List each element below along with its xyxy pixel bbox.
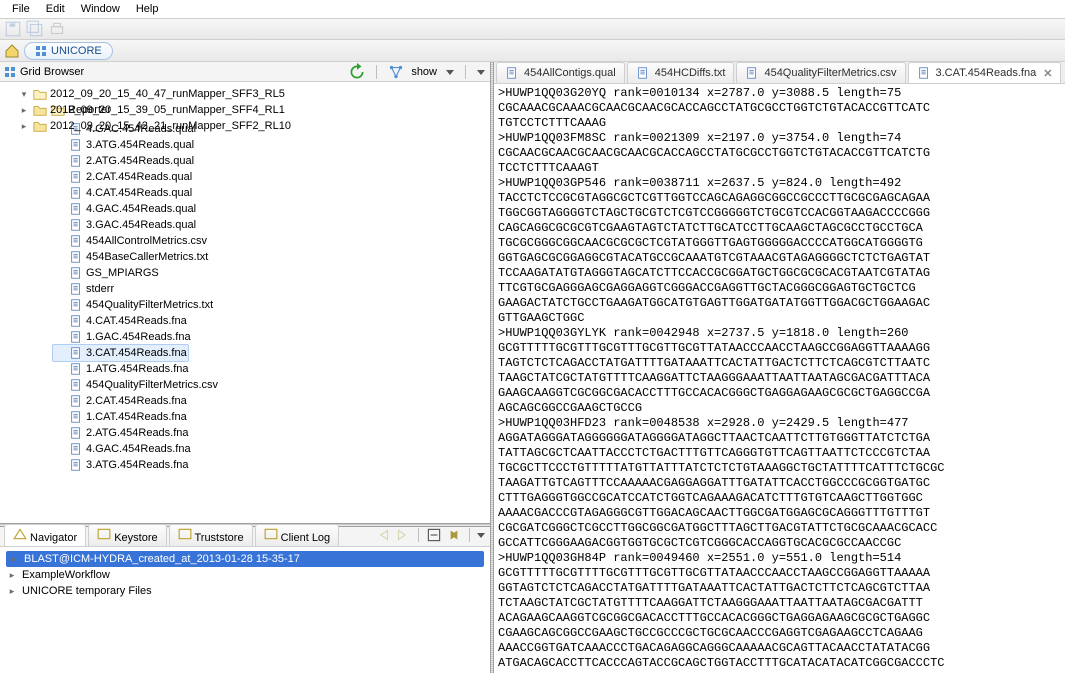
navigator-tabs: Navigator Keystore Truststore Client Log — [0, 527, 490, 547]
navigator-item[interactable]: ▸ExampleWorkflow — [6, 567, 484, 583]
print-icon[interactable] — [48, 20, 66, 38]
show-group-icon[interactable] — [387, 63, 405, 81]
tree-file[interactable]: 3.ATG.454Reads.fna — [52, 457, 191, 473]
editor-content: >HUWP1QQ03G20YQ rank=0010134 x=2787.0 y=… — [494, 84, 1065, 673]
editor-tab[interactable]: 3.CAT.454Reads.fna✕ — [908, 62, 1062, 83]
tab-icon — [264, 527, 278, 541]
link-with-editor-icon[interactable] — [445, 526, 463, 544]
navigator-item[interactable]: ▸UNICORE temporary Files — [6, 583, 484, 599]
main-toolbar — [0, 18, 1065, 40]
tab-icon — [178, 527, 192, 541]
show-dropdown-icon[interactable] — [445, 63, 455, 81]
tab-icon — [97, 527, 111, 541]
nav-forward-icon[interactable] — [394, 526, 412, 544]
navigator-view-menu-icon[interactable] — [476, 526, 486, 544]
editor-tab[interactable]: 454HCDiffs.txt — [627, 62, 735, 83]
tree-folder[interactable]: ▸2012_09_20_15_39_05_runMapper_SFF4_RL1 — [16, 102, 287, 118]
breadcrumb-pill-unicore[interactable]: UNICORE — [24, 42, 113, 60]
editor-scroll[interactable]: >HUWP1QQ03G20YQ rank=0010134 x=2787.0 y=… — [494, 84, 1065, 673]
editor-pane: 454AllContigs.qual454HCDiffs.txt454Quali… — [494, 62, 1065, 673]
grid-browser-label: Grid Browser — [4, 66, 90, 78]
save-all-icon[interactable] — [26, 20, 44, 38]
navigator-tab[interactable]: Keystore — [88, 524, 166, 546]
tree-folder[interactable]: ▸2012_09_20_15_42_21_runMapper_SFF2_RL10 — [16, 118, 293, 134]
left-pane: Grid Browser show ▾2012_09_20_15_40_47_r… — [0, 62, 490, 673]
breadcrumb-bar: UNICORE — [0, 40, 1065, 62]
navigator-item[interactable]: ▸BLAST@ICM-HYDRA_created_at_2013-01-28 1… — [6, 551, 484, 567]
grid-browser-tree[interactable]: ▾2012_09_20_15_40_47_runMapper_SFF3_RL5▾… — [0, 82, 490, 523]
show-label[interactable]: show — [411, 66, 439, 78]
navigator-tab[interactable]: Navigator — [4, 524, 86, 546]
menu-file[interactable]: File — [4, 3, 38, 15]
navigator-body[interactable]: ▸BLAST@ICM-HYDRA_created_at_2013-01-28 1… — [0, 547, 490, 673]
save-icon[interactable] — [4, 20, 22, 38]
collapse-all-icon[interactable] — [425, 526, 443, 544]
close-icon[interactable]: ✕ — [1041, 67, 1052, 80]
tab-icon — [13, 527, 27, 541]
breadcrumb-label: UNICORE — [51, 45, 102, 57]
file-icon — [636, 66, 650, 80]
navigator-tab[interactable]: Truststore — [169, 524, 253, 546]
menu-window[interactable]: Window — [73, 3, 128, 15]
menu-bar: File Edit Window Help — [0, 0, 1065, 18]
file-icon — [917, 66, 931, 80]
file-icon — [745, 66, 759, 80]
navigator-pane: Navigator Keystore Truststore Client Log — [0, 527, 490, 673]
navigator-tab[interactable]: Client Log — [255, 524, 340, 546]
grid-browser-header: Grid Browser show — [0, 62, 490, 82]
view-menu-icon[interactable] — [476, 63, 486, 81]
main-split: Grid Browser show ▾2012_09_20_15_40_47_r… — [0, 62, 1065, 673]
nav-back-icon[interactable] — [374, 526, 392, 544]
home-icon[interactable] — [4, 43, 20, 59]
editor-tabs: 454AllContigs.qual454HCDiffs.txt454Quali… — [494, 62, 1065, 84]
menu-edit[interactable]: Edit — [38, 3, 73, 15]
tree-folder[interactable]: ▾2012_09_20_15_40_47_runMapper_SFF3_RL5 — [16, 86, 287, 102]
editor-tab[interactable]: 454AllContigs.qual — [496, 62, 625, 83]
editor-tab[interactable]: 454QualityFilterMetrics.csv — [736, 62, 905, 83]
refresh-icon[interactable] — [348, 63, 366, 81]
file-icon — [505, 66, 519, 80]
menu-help[interactable]: Help — [128, 3, 167, 15]
